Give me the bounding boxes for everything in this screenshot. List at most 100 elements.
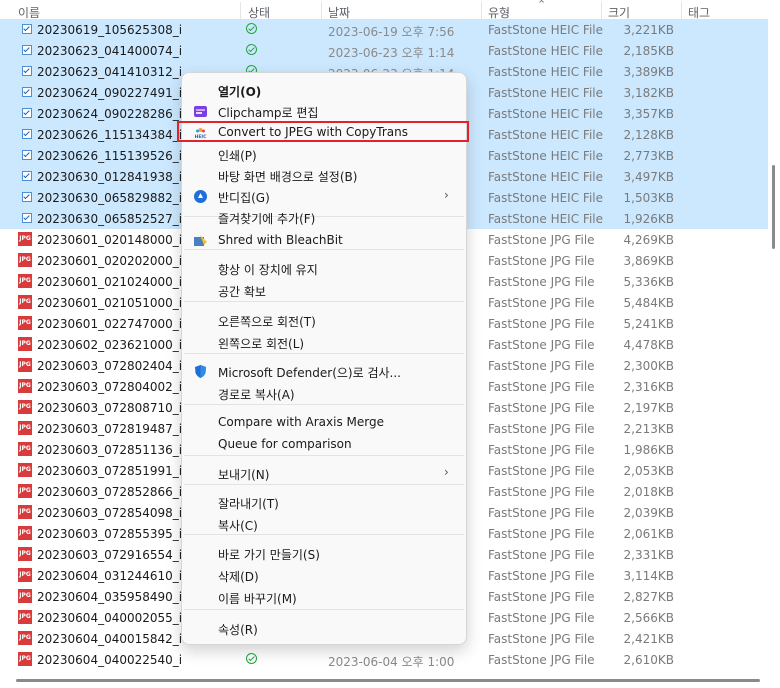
menu-item-label: 열기(O) bbox=[218, 85, 262, 99]
menu-item-compare-with-araxis-merge[interactable]: Compare with Araxis Merge bbox=[182, 412, 466, 433]
chevron-right-icon: › bbox=[444, 465, 449, 479]
jpg-file-icon: JPG bbox=[18, 232, 32, 246]
menu-item-속성[interactable]: 속성(R) bbox=[182, 618, 466, 639]
file-type: FastStone JPG File bbox=[488, 485, 595, 499]
horizontal-scrollbar[interactable] bbox=[16, 679, 760, 682]
file-date: 2023-06-23 오후 1:14 bbox=[328, 46, 455, 60]
file-size: 3,114KB bbox=[623, 569, 674, 583]
file-type: FastStone JPG File bbox=[488, 275, 595, 289]
menu-item-경로로-복사[interactable]: 경로로 복사(A) bbox=[182, 383, 466, 404]
file-name: 20230624_090228286_iOS bbox=[37, 107, 181, 121]
sort-ascending-icon: ⌃ bbox=[537, 0, 547, 11]
menu-item-반디집[interactable]: 반디집(G) › bbox=[182, 186, 466, 207]
file-type: FastStone HEIC File bbox=[488, 44, 603, 58]
row-checkbox[interactable] bbox=[22, 66, 32, 76]
menu-item-clipchamp로-편집[interactable]: Clipchamp로 편집 bbox=[182, 101, 466, 122]
menu-separator bbox=[184, 404, 464, 405]
file-size: 5,484KB bbox=[623, 296, 674, 310]
file-name: 20230630_065829882_iOS bbox=[37, 191, 181, 205]
file-size: 3,357KB bbox=[623, 107, 674, 121]
row-checkbox[interactable] bbox=[22, 150, 32, 160]
jpg-file-icon: JPG bbox=[18, 526, 32, 540]
file-name: 20230604_040022540_iOS.jpg bbox=[37, 653, 181, 667]
menu-item-label: 잘라내기(T) bbox=[218, 497, 279, 511]
file-row[interactable]: 20230619_105625308_iOS.heic 2023-06-19 오후… bbox=[0, 19, 768, 40]
menu-item-바로-가기-만들기[interactable]: 바로 가기 만들기(S) bbox=[182, 543, 466, 564]
menu-item-convert-to-jpeg-with-copytrans[interactable]: HEIC Convert to JPEG with CopyTrans bbox=[177, 121, 469, 143]
file-name: 20230603_072854098_iOS bbox=[37, 506, 181, 520]
menu-item-queue-for-comparison[interactable]: Queue for comparison bbox=[182, 434, 466, 455]
menu-item-공간-확보[interactable]: 공간 확보 bbox=[182, 280, 466, 301]
file-name: 20230601_020148000_iOS bbox=[37, 233, 181, 247]
row-checkbox[interactable] bbox=[22, 45, 32, 55]
file-size: 2,053KB bbox=[623, 464, 674, 478]
menu-item-label: 인쇄(P) bbox=[218, 149, 257, 163]
menu-separator bbox=[184, 353, 464, 354]
menu-item-잘라내기[interactable]: 잘라내기(T) bbox=[182, 492, 466, 513]
file-name: 20230626_115134384_iOS bbox=[37, 128, 181, 142]
file-row[interactable]: JPG 20230604_040022540_iOS.jpg 2023-06-04 … bbox=[0, 649, 768, 670]
sync-status-ok-icon bbox=[246, 23, 260, 37]
context-menu: 열기(O) Clipchamp로 편집 HEIC Convert to JPEG wi… bbox=[177, 72, 469, 645]
file-type: FastStone HEIC File bbox=[488, 191, 603, 205]
file-size: 2,018KB bbox=[623, 485, 674, 499]
file-size: 2,566KB bbox=[623, 611, 674, 625]
menu-item-항상-이-장치에-유지[interactable]: 항상 이 장치에 유지 bbox=[182, 258, 466, 279]
menu-item-삭제[interactable]: 삭제(D) bbox=[182, 565, 466, 586]
menu-item-복사[interactable]: 복사(C) bbox=[182, 514, 466, 535]
menu-item-왼쪽으로-회전[interactable]: 왼쪽으로 회전(L) bbox=[182, 332, 466, 353]
file-row[interactable]: 20230623_041400074_iOS.heic 2023-06-23 오후… bbox=[0, 40, 768, 61]
row-checkbox[interactable] bbox=[22, 87, 32, 97]
sync-status-ok-icon bbox=[246, 44, 260, 58]
row-checkbox[interactable] bbox=[22, 108, 32, 118]
file-name: 20230626_115139526_iOS bbox=[37, 149, 181, 163]
menu-item-label: 바로 가기 만들기(S) bbox=[218, 548, 320, 562]
menu-item-이름-바꾸기[interactable]: 이름 바꾸기(M) bbox=[182, 587, 466, 608]
menu-separator bbox=[184, 455, 464, 456]
file-size: 2,039KB bbox=[623, 506, 674, 520]
menu-item-label: 속성(R) bbox=[218, 623, 258, 637]
menu-item-microsoft-defender로-검사[interactable]: Microsoft Defender(으)로 검사... bbox=[182, 361, 466, 382]
menu-item-label: 왼쪽으로 회전(L) bbox=[218, 337, 305, 351]
menu-item-열기[interactable]: 열기(O) bbox=[182, 80, 466, 101]
file-name: 20230623_041400074_iOS.heic bbox=[37, 44, 181, 58]
menu-item-label: 오른쪽으로 회전(T) bbox=[218, 315, 316, 329]
row-checkbox[interactable] bbox=[22, 129, 32, 139]
row-checkbox[interactable] bbox=[22, 213, 32, 223]
menu-item-보내기[interactable]: 보내기(N) › bbox=[182, 463, 466, 484]
menu-item-label: 보내기(N) bbox=[218, 468, 270, 482]
menu-item-label: Compare with Araxis Merge bbox=[218, 415, 384, 429]
menu-item-인쇄[interactable]: 인쇄(P) bbox=[182, 144, 466, 165]
menu-item-label: 반디집(G) bbox=[218, 191, 270, 205]
row-checkbox[interactable] bbox=[22, 171, 32, 181]
file-type: FastStone JPG File bbox=[488, 422, 595, 436]
jpg-file-icon: JPG bbox=[18, 547, 32, 561]
file-size: 1,503KB bbox=[623, 191, 674, 205]
file-size: 1,926KB bbox=[623, 212, 674, 226]
row-checkbox[interactable] bbox=[22, 24, 32, 34]
file-type: FastStone JPG File bbox=[488, 317, 595, 331]
file-size: 2,300KB bbox=[623, 359, 674, 373]
menu-item-shred-with-bleachbit[interactable]: Shred with BleachBit bbox=[182, 230, 466, 251]
menu-item-label: 항상 이 장치에 유지 bbox=[218, 263, 318, 277]
menu-item-즐겨찾기에-추가[interactable]: 즐겨찾기에 추가(F) bbox=[182, 207, 466, 228]
row-checkbox[interactable] bbox=[22, 192, 32, 202]
jpg-file-icon: JPG bbox=[18, 568, 32, 582]
jpg-file-icon: JPG bbox=[18, 589, 32, 603]
file-name: 20230604_040015842_iOS.jpg bbox=[37, 632, 181, 646]
file-name: 20230623_041410312_iOS.heic bbox=[37, 65, 181, 79]
jpg-file-icon: JPG bbox=[18, 337, 32, 351]
menu-separator bbox=[184, 301, 464, 302]
menu-item-label: Microsoft Defender(으)로 검사... bbox=[218, 366, 401, 380]
menu-item-바탕-화면-배경으로-설정[interactable]: 바탕 화면 배경으로 설정(B) bbox=[182, 165, 466, 186]
clipchamp-icon bbox=[193, 104, 208, 119]
file-type: FastStone JPG File bbox=[488, 527, 595, 541]
vertical-scrollbar[interactable] bbox=[772, 165, 775, 249]
menu-item-label: 복사(C) bbox=[218, 519, 258, 533]
file-name: 20230603_072851991_iOS bbox=[37, 464, 181, 478]
file-name: 20230601_021051000_iOS bbox=[37, 296, 181, 310]
file-type: FastStone HEIC File bbox=[488, 65, 603, 79]
file-type: FastStone JPG File bbox=[488, 380, 595, 394]
file-name: 20230601_021024000_iOS bbox=[37, 275, 181, 289]
menu-item-오른쪽으로-회전[interactable]: 오른쪽으로 회전(T) bbox=[182, 310, 466, 331]
